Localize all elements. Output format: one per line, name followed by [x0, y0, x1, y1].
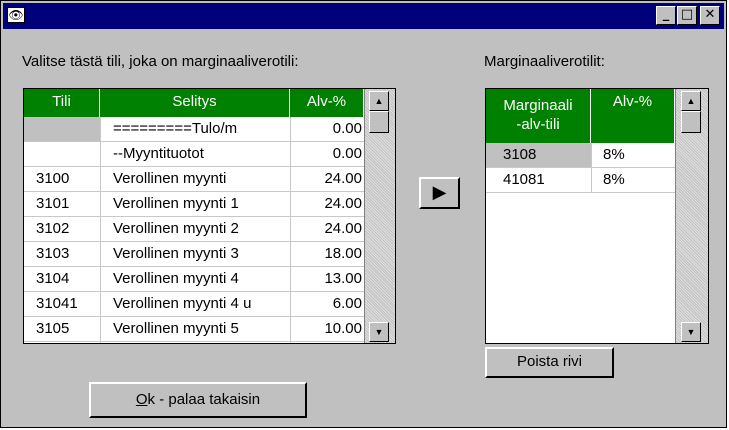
ok-return-button[interactable]: Ok - palaa takaisin	[89, 382, 307, 418]
cell-alv[interactable]: 0.00	[290, 142, 364, 166]
cell-margin-alv[interactable]: 8%	[591, 143, 675, 167]
cell-selitys[interactable]: =========Tulo/m	[100, 117, 290, 141]
delete-row-button[interactable]: Poista rivi	[485, 347, 614, 378]
cell-tili[interactable]: 3101	[24, 192, 100, 216]
accounts-scrollbar[interactable]: ▲ ▼	[364, 89, 395, 343]
cell-selitys[interactable]: Verollinen myynti 5	[100, 317, 290, 341]
cell-selitys[interactable]: Verollinen myynti 2	[100, 217, 290, 241]
cell-tili[interactable]: 3103	[24, 242, 100, 266]
cell-selitys[interactable]: Verollinen myynti 4	[100, 267, 290, 291]
cell-margin-alv[interactable]: 8%	[591, 168, 675, 192]
row-divider	[24, 341, 364, 342]
row-divider	[486, 192, 675, 193]
column-header-tili[interactable]: Tili	[24, 89, 100, 117]
scroll-thumb[interactable]	[681, 111, 701, 133]
column-divider	[100, 117, 101, 343]
title-bar[interactable]: 👁 _ □ ✕	[3, 3, 724, 29]
margin-accounts-scrollbar[interactable]: ▲ ▼	[675, 89, 708, 343]
scroll-down-button[interactable]: ▼	[681, 322, 701, 342]
cell-alv[interactable]: 10.00	[290, 317, 364, 341]
cell-tili[interactable]: 3100	[24, 167, 100, 191]
margin-accounts-grid[interactable]: Marginaali -alv-tili Alv-% 3108 8% 41081 8%…	[485, 88, 709, 344]
cell-margin-account[interactable]: 3108	[486, 143, 591, 167]
cell-tili[interactable]	[24, 142, 100, 166]
scroll-up-button[interactable]: ▲	[369, 91, 389, 111]
accounts-grid[interactable]: Tili Selitys Alv-% =========Tulo/m 0.00 --…	[23, 88, 396, 344]
cell-alv[interactable]: 24.00	[290, 192, 364, 216]
cell-tili[interactable]: 31041	[24, 292, 100, 316]
cell-alv[interactable]: 6.00	[290, 292, 364, 316]
scroll-thumb[interactable]	[369, 111, 389, 133]
ok-button-label: k - palaa takaisin	[147, 391, 261, 408]
dialog-window: 👁 _ □ ✕ Valitse tästä tili, joka on marg…	[0, 0, 727, 428]
column-header-selitys[interactable]: Selitys	[100, 89, 290, 117]
cell-alv[interactable]: 18.00	[290, 242, 364, 266]
close-button[interactable]: ✕	[700, 6, 720, 25]
column-header-margin-alv[interactable]: Alv-%	[591, 89, 675, 143]
scroll-down-button[interactable]: ▼	[369, 322, 389, 342]
cell-selitys[interactable]: Verollinen myynti	[100, 167, 290, 191]
cell-selitys[interactable]: --Myyntituotot	[100, 142, 290, 166]
left-list-title: Valitse tästä tili, joka on marginaalive…	[22, 53, 299, 70]
ok-accesskey: O	[135, 391, 148, 408]
cell-alv[interactable]: 24.00	[290, 167, 364, 191]
maximize-button[interactable]: □	[677, 6, 697, 25]
cell-alv[interactable]: 13.00	[290, 267, 364, 291]
eye-icon[interactable]: 👁	[7, 7, 25, 23]
scroll-up-button[interactable]: ▲	[681, 91, 701, 111]
cell-tili[interactable]: 3105	[24, 317, 100, 341]
cell-selitys[interactable]: Verollinen myynti 4 u	[100, 292, 290, 316]
cell-selitys[interactable]: Verollinen myynti 1	[100, 192, 290, 216]
right-list-title: Marginaaliverotilit:	[484, 53, 605, 70]
cell-selitys[interactable]: Verollinen myynti 3	[100, 242, 290, 266]
cell-tili[interactable]	[24, 117, 100, 141]
cell-alv[interactable]: 0.00	[290, 117, 364, 141]
move-to-margin-button[interactable]: ▶	[419, 177, 460, 209]
column-divider	[591, 143, 592, 193]
minimize-button[interactable]: _	[656, 6, 676, 25]
cell-alv[interactable]: 24.00	[290, 217, 364, 241]
cell-margin-account[interactable]: 41081	[486, 168, 591, 192]
cell-tili[interactable]: 3102	[24, 217, 100, 241]
cell-tili[interactable]: 3104	[24, 267, 100, 291]
column-divider	[290, 117, 291, 343]
column-header-alv[interactable]: Alv-%	[290, 89, 364, 117]
column-header-margin-account[interactable]: Marginaali -alv-tili	[486, 89, 591, 143]
